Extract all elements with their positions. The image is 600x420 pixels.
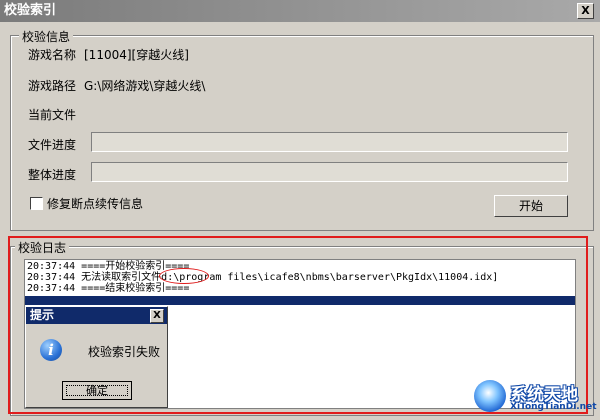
dialog-close-button[interactable]: X (150, 309, 164, 323)
log-selection-bar (25, 296, 575, 305)
game-name-label: 游戏名称 (28, 48, 77, 62)
window-titlebar: 校验索引 X (0, 0, 600, 22)
window-close-button[interactable]: X (577, 3, 594, 19)
resume-checkbox[interactable] (30, 197, 43, 210)
dialog-message: 校验索引失败 (88, 345, 161, 359)
watermark-url: XiTongTianDi.net (510, 402, 597, 412)
overall-progress-label: 整体进度 (28, 168, 77, 182)
dialog-title: 提示 (30, 308, 55, 322)
info-group-label: 校验信息 (19, 28, 74, 45)
site-watermark: 系统天地 XiTongTianDi.net (474, 380, 597, 416)
overall-progress-bar (91, 162, 568, 182)
current-file-label: 当前文件 (28, 108, 77, 122)
watermark-logo-icon (474, 380, 506, 412)
log-line: 20:37:44 无法读取索引文件d:\program files\icafe8… (27, 272, 499, 283)
file-progress-bar (91, 132, 568, 152)
file-progress-label: 文件进度 (28, 138, 77, 152)
dialog-titlebar: 提示 X (26, 307, 167, 324)
resume-checkbox-label[interactable]: 修复断点续传信息 (47, 195, 143, 212)
game-path-value: G:\网络游戏\穿越火线\ (84, 79, 206, 93)
game-name-value: [11004][穿越火线] (84, 48, 189, 62)
dialog-ok-button[interactable]: 确定 (62, 381, 132, 400)
start-button[interactable]: 开始 (494, 195, 568, 217)
error-highlight-circle (159, 268, 209, 284)
info-icon: i (40, 339, 62, 361)
log-line: 20:37:44 ====结束校验索引==== (27, 283, 190, 294)
game-path-label: 游戏路径 (28, 79, 77, 93)
message-dialog: 提示 X i 校验索引失败 确定 (25, 306, 168, 408)
window-title: 校验索引 (4, 3, 57, 18)
